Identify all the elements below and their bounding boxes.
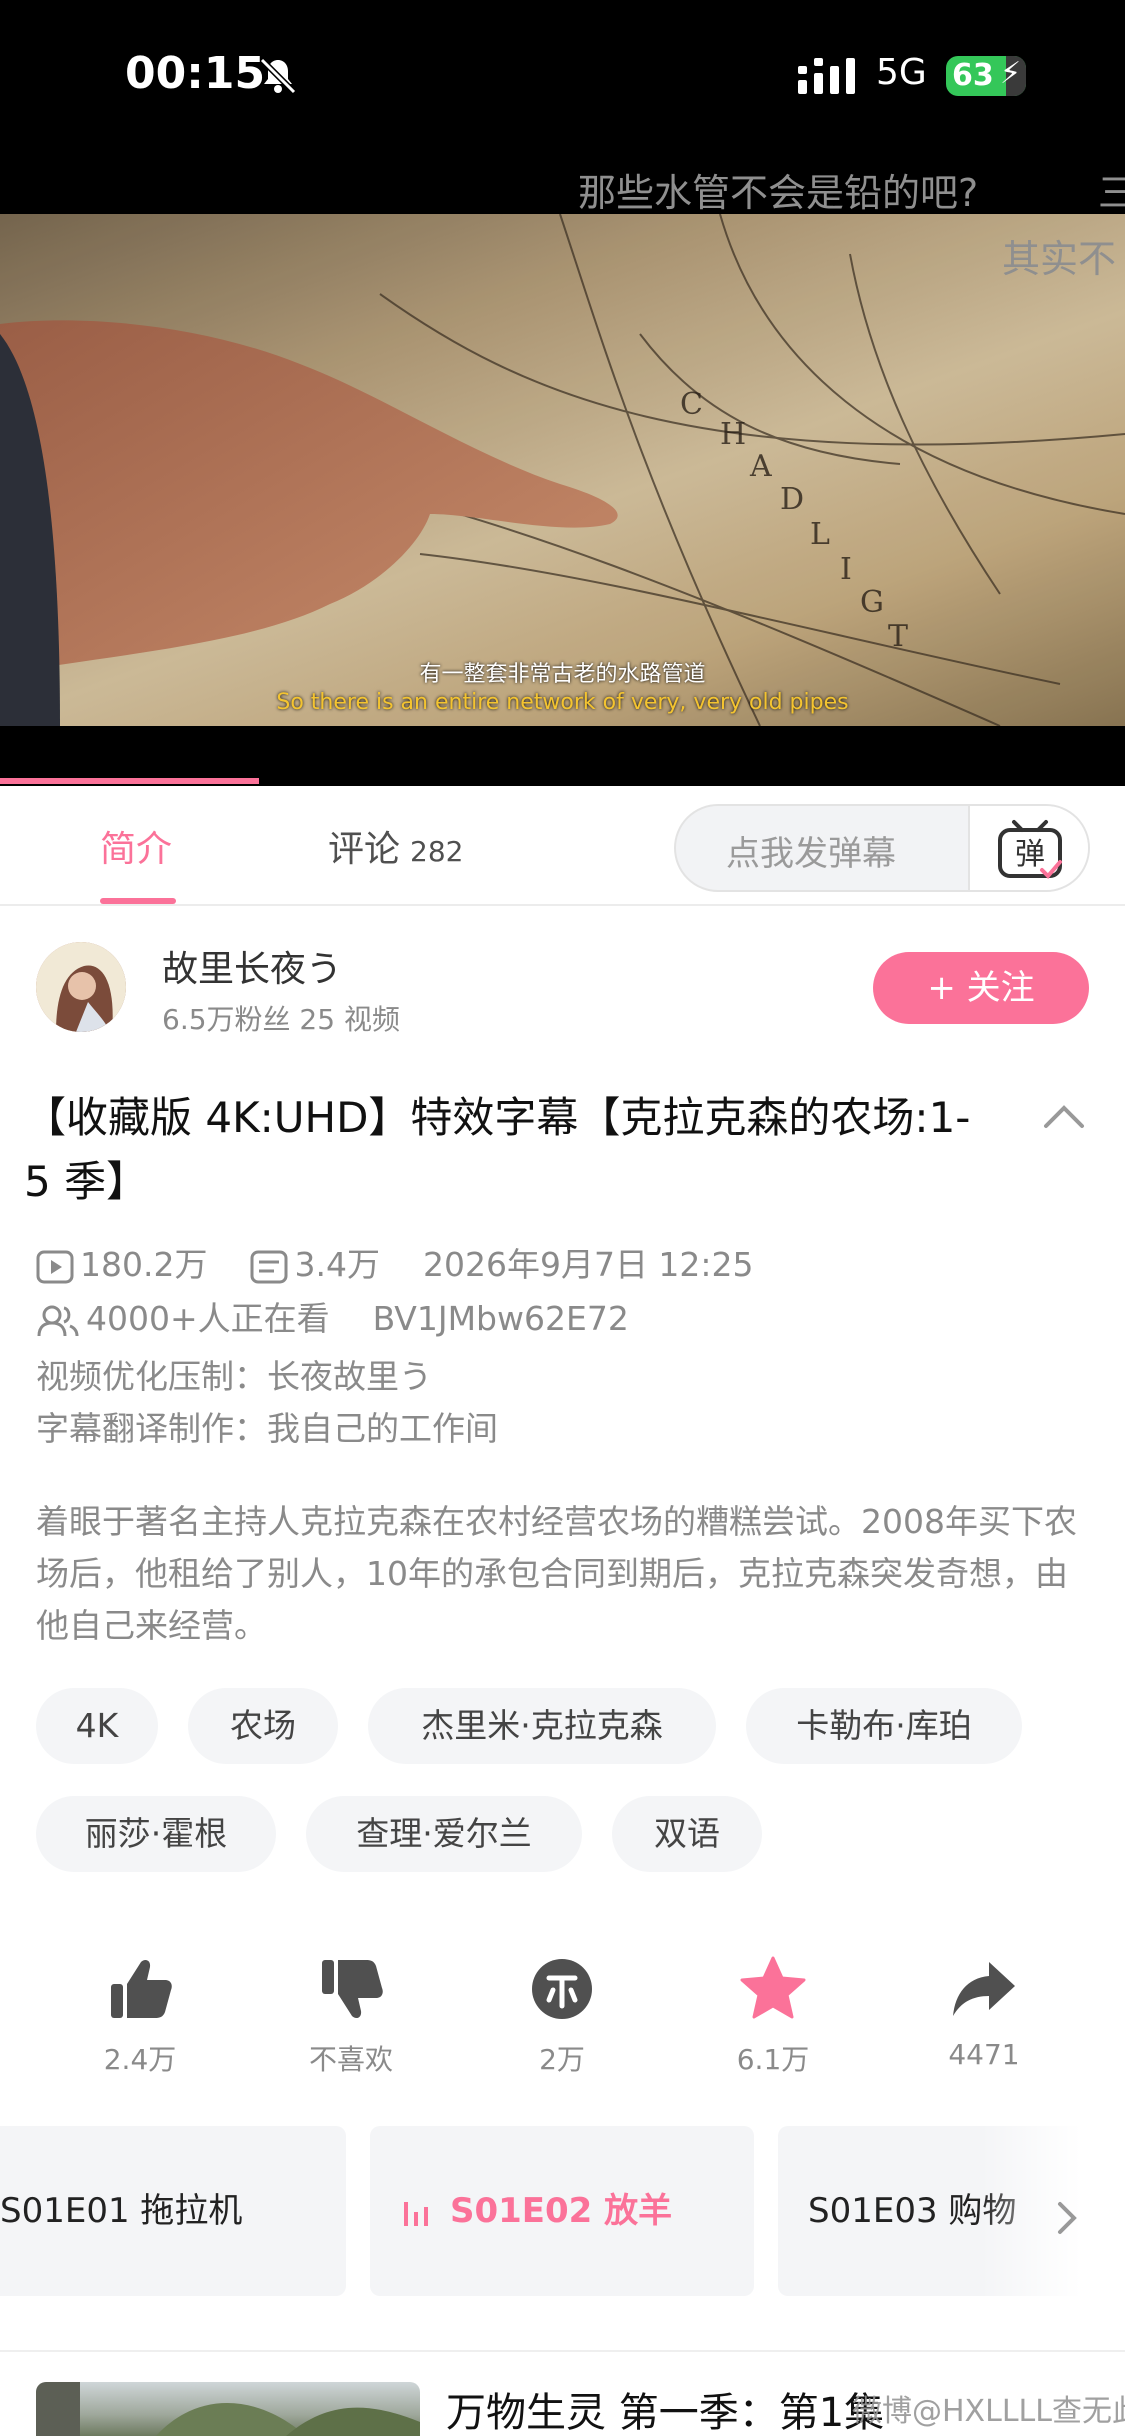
view-count: 180.2万 [80,1245,208,1284]
danmaku-comment: 其实不 [1002,237,1117,281]
danmaku-count: 3.4万 [294,1245,380,1284]
signal-icon [798,58,855,94]
like-count: 2.4万 [103,2043,177,2076]
section-divider [0,2350,1125,2352]
tag-chip[interactable]: 双语 [612,1796,762,1872]
tab-comments[interactable]: 评论 282 [328,820,463,872]
thumbs-up-icon [111,1959,172,2018]
coin-count: 2万 [539,2043,585,2076]
tab-comments-label: 评论 [328,829,401,870]
watching-count: 4000+人正在看 [86,1299,330,1338]
battery-indicator: 63 ⚡ [946,56,1026,96]
thumbs-down-icon [322,1960,383,2019]
playing-bars-icon [404,2201,428,2226]
danmaku-toggle-button[interactable]: 弹 [968,806,1088,890]
bell-muted-icon [259,57,297,95]
subtitle-chinese: 有一整套非常古老的水路管道 [419,662,706,687]
svg-text:弹: 弹 [1015,837,1045,872]
credit-subtitles: 字幕翻译制作：我自己的工作间 [36,1409,498,1448]
dislike-button[interactable]: 不喜欢 [271,1954,431,2078]
tab-intro[interactable]: 简介 [100,820,172,872]
tab-bar: 简介 评论 282 点我发弹幕 弹 [0,786,1125,906]
episode-card[interactable]: S01E01 拖拉机 [0,2126,346,2296]
danmaku-comment: 那些水管不会是铅的吧? [578,171,979,215]
video-frame[interactable]: CHA DLI GT 有一整套非常古老的水路管道 So there is an … [0,214,1125,726]
follow-button[interactable]: + 关注 [873,952,1089,1024]
people-watching-icon [37,1305,79,1336]
watermark: 微博@HXLLLL查无此人 [852,2394,1125,2429]
danmaku-tv-icon: 弹 [998,820,1062,879]
tag-chip[interactable]: 查理·爱尔兰 [306,1796,582,1872]
uploader-name[interactable]: 故里长夜う [162,940,342,992]
status-bar: 00:15 5G 63 ⚡ [0,0,1125,150]
danmaku-count-icon [250,1250,288,1283]
play-count-icon [36,1250,74,1283]
favorite-count: 6.1万 [736,2043,810,2076]
uploader-stats: 6.5万粉丝 25 视频 [162,1003,400,1036]
battery-level: 63 [952,58,994,93]
map-hand-image: CHA DLI GT [0,214,1125,726]
episode-label: S01E02 放羊 [450,2191,673,2231]
favorite-button[interactable]: 6.1万 [693,1954,853,2078]
tag-chip[interactable]: 丽莎·霍根 [36,1796,276,1872]
recommended-video-title[interactable]: 万物生灵 第一季：第1集 [446,2380,884,2436]
coin-button[interactable]: 2万 [482,1954,642,2078]
tag-chip[interactable]: 杰里米·克拉克森 [368,1688,716,1764]
tag-chip[interactable]: 卡勒布·库珀 [746,1688,1022,1764]
share-count: 4471 [948,2038,1020,2071]
subtitle-english: So there is an entire network of very, v… [276,690,849,715]
danmaku-placeholder: 点我发弹幕 [726,834,896,874]
watching-row: 4000+人正在看 BV1JMbw62E72 [36,1292,629,1340]
coin-icon [532,1959,592,2019]
playback-progress-bar[interactable] [0,778,259,784]
video-description: 着眼于著名主持人克拉克森在农村经营农场的糟糕尝试。2008年买下农场后，他租给了… [36,1502,1077,1645]
bvid[interactable]: BV1JMbw62E72 [373,1299,629,1338]
episode-card-current[interactable]: S01E02 放羊 [370,2126,754,2296]
video-title: 【收藏版 4K:UHD】特效字幕【克拉克森的农场:1-5 季】 [24,1093,971,1206]
dislike-label: 不喜欢 [308,2043,393,2076]
recommended-video-thumbnail[interactable] [36,2382,420,2436]
tag-chip[interactable]: 农场 [188,1688,338,1764]
network-type: 5G [876,52,927,93]
star-icon [740,1956,806,2019]
video-stats-row: 180.2万 3.4万 2026年9月7日 12:25 [36,1238,754,1286]
danmaku-input[interactable]: 点我发弹幕 弹 [674,804,1090,892]
share-button[interactable]: 4471 [904,1954,1064,2071]
charging-icon: ⚡ [1000,56,1022,91]
chevron-up-icon[interactable] [1042,1102,1086,1132]
share-arrow-icon [953,1962,1015,2016]
comments-count: 282 [410,835,464,868]
tag-chip[interactable]: 4K [36,1688,158,1764]
chevron-right-icon[interactable] [1052,2198,1082,2238]
like-button[interactable]: 2.4万 [60,1954,220,2078]
danmaku-comment: 三 [1098,171,1125,215]
credit-encoding: 视频优化压制：长夜故里う [36,1357,432,1396]
status-time: 00:15 [125,48,266,99]
uploader-avatar[interactable] [36,942,126,1032]
tab-active-indicator [100,898,176,904]
episode-label: S01E01 拖拉机 [0,2191,243,2231]
publish-date: 2026年9月7日 12:25 [422,1245,754,1284]
